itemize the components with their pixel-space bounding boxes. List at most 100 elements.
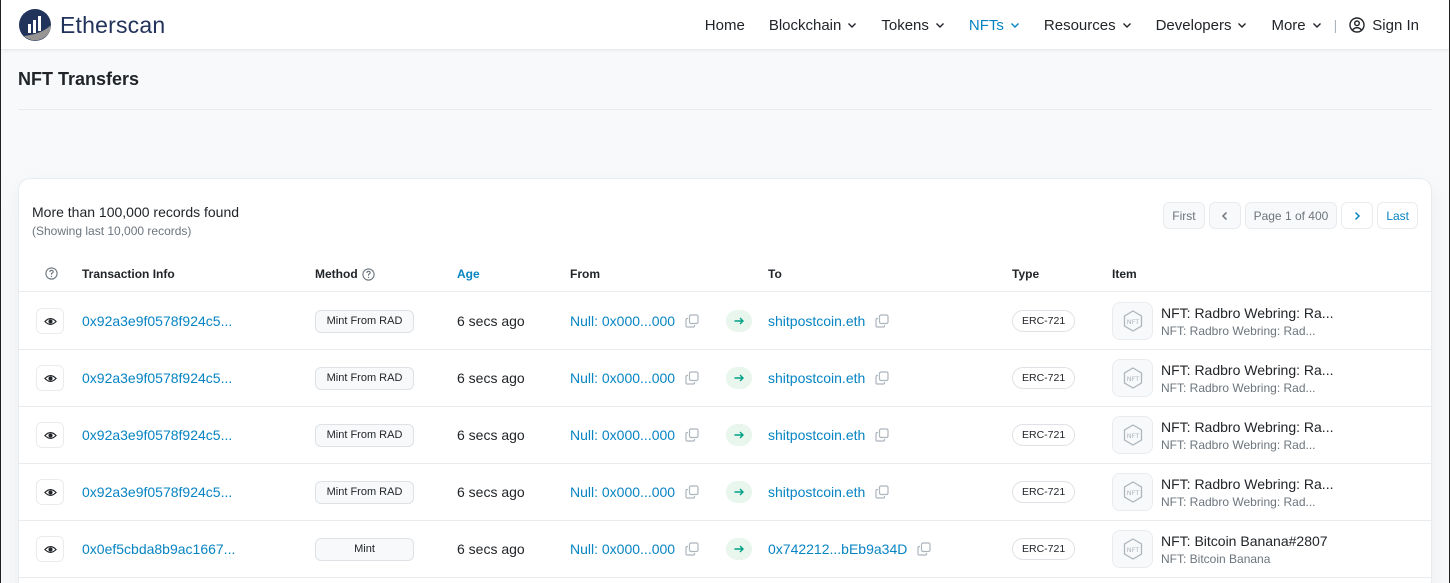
quick-view-cell bbox=[36, 521, 64, 577]
nft-thumbnail[interactable]: NFT bbox=[1112, 416, 1153, 454]
quick-view-button[interactable] bbox=[36, 365, 64, 391]
nav-developers[interactable]: Developers bbox=[1156, 17, 1248, 34]
to-address-link[interactable]: 0x742212...bEb9a34D bbox=[768, 541, 907, 557]
direction-badge bbox=[726, 538, 752, 560]
prev-page-button[interactable] bbox=[1208, 202, 1241, 229]
nav-nfts[interactable]: NFTs bbox=[969, 17, 1020, 34]
quick-view-button[interactable] bbox=[36, 422, 64, 448]
nft-thumbnail[interactable]: NFT bbox=[1112, 302, 1153, 340]
chevron-down-icon bbox=[848, 23, 857, 28]
to-address-link[interactable]: shitpostcoin.eth bbox=[768, 427, 865, 443]
quick-view-cell bbox=[36, 407, 64, 463]
copy-icon[interactable] bbox=[685, 485, 699, 499]
from-address-link[interactable]: Null: 0x000...000 bbox=[570, 541, 675, 557]
copy-icon[interactable] bbox=[685, 428, 699, 442]
item-collection: NFT: Radbro Webring: Rad... bbox=[1161, 380, 1316, 395]
to-address-link[interactable]: shitpostcoin.eth bbox=[768, 313, 865, 329]
from-cell: Null: 0x000...000 bbox=[570, 350, 699, 406]
transaction-hash-link[interactable]: 0x92a3e9f0578f924c5... bbox=[82, 293, 232, 349]
nav-resources[interactable]: Resources bbox=[1044, 17, 1132, 34]
transaction-hash-link[interactable]: 0x92a3e9f0578f924c5... bbox=[82, 407, 232, 463]
page-title: NFT Transfers bbox=[18, 69, 140, 89]
copy-icon[interactable] bbox=[875, 428, 889, 442]
copy-icon[interactable] bbox=[685, 371, 699, 385]
from-address-link[interactable]: Null: 0x000...000 bbox=[570, 370, 675, 386]
item-text: NFT: Bitcoin Banana#2807 NFT: Bitcoin Ba… bbox=[1161, 533, 1328, 566]
etherscan-logo[interactable]: Etherscan bbox=[18, 8, 165, 42]
transaction-hash-link[interactable]: 0x92a3e9f0578f924c5... bbox=[82, 350, 232, 406]
age-cell: 6 secs ago bbox=[457, 427, 525, 443]
copy-icon[interactable] bbox=[875, 314, 889, 328]
type-cell: ERC-721 bbox=[1012, 464, 1076, 520]
first-page-button[interactable]: First bbox=[1163, 202, 1205, 229]
copy-icon[interactable] bbox=[685, 542, 699, 556]
direction-cell bbox=[726, 350, 752, 406]
copy-icon[interactable] bbox=[875, 371, 889, 385]
main-nav: Home Blockchain Tokens NFTs Resources De… bbox=[705, 0, 1419, 50]
nav-developers-label: Developers bbox=[1155, 16, 1232, 34]
eye-icon bbox=[43, 374, 57, 382]
sign-in-label: Sign In bbox=[1372, 16, 1419, 34]
nav-blockchain-label: Blockchain bbox=[768, 16, 842, 34]
item-cell: NFT NFT: Radbro Webring: Ra... NFT: Radb… bbox=[1112, 350, 1333, 406]
to-cell: shitpostcoin.eth bbox=[768, 293, 889, 349]
quick-view-button[interactable] bbox=[36, 479, 64, 505]
next-page-button[interactable] bbox=[1341, 202, 1374, 229]
type-cell: ERC-721 bbox=[1012, 407, 1076, 463]
item-name[interactable]: NFT: Radbro Webring: Ra... bbox=[1161, 476, 1333, 492]
table-row: 0x92a3e9f0578f924c5... Mint From RAD 6 s… bbox=[19, 350, 1431, 407]
method-cell: Mint bbox=[315, 521, 414, 577]
age-cell: 6 secs ago bbox=[457, 313, 525, 329]
item-name[interactable]: NFT: Radbro Webring: Ra... bbox=[1161, 362, 1333, 378]
last-page-button[interactable]: Last bbox=[1377, 202, 1418, 229]
from-address-link[interactable]: Null: 0x000...000 bbox=[570, 427, 675, 443]
type-cell: ERC-721 bbox=[1012, 350, 1076, 406]
table-row: 0x92a3e9f0578f924c5... Mint From RAD 6 s… bbox=[19, 464, 1431, 521]
chevron-down-icon bbox=[1238, 23, 1247, 28]
nav-more[interactable]: More bbox=[1271, 17, 1321, 34]
age-cell: 6 secs ago bbox=[457, 370, 525, 386]
item-cell: NFT NFT: Radbro Webring: Ra... NFT: Radb… bbox=[1112, 464, 1333, 520]
nft-thumbnail[interactable]: NFT bbox=[1112, 359, 1153, 397]
nav-tokens[interactable]: Tokens bbox=[881, 17, 945, 34]
question-circle-icon[interactable] bbox=[362, 267, 375, 281]
col-method: Method bbox=[315, 267, 375, 281]
direction-cell bbox=[726, 407, 752, 463]
from-address-link[interactable]: Null: 0x000...000 bbox=[570, 484, 675, 500]
nft-thumbnail[interactable]: NFT bbox=[1112, 530, 1153, 568]
col-to: To bbox=[768, 267, 782, 281]
logo-text: Etherscan bbox=[60, 11, 166, 38]
transaction-hash-link[interactable]: 0x0ef5cbda8b9ac1667... bbox=[82, 521, 235, 577]
col-age[interactable]: Age bbox=[457, 267, 480, 281]
token-type-badge: ERC-721 bbox=[1012, 367, 1076, 389]
help-column-header[interactable] bbox=[45, 267, 58, 280]
item-collection: NFT: Radbro Webring: Rad... bbox=[1161, 494, 1316, 509]
copy-icon[interactable] bbox=[685, 314, 699, 328]
direction-cell bbox=[726, 521, 752, 577]
item-name[interactable]: NFT: Bitcoin Banana#2807 bbox=[1161, 533, 1328, 549]
item-cell: NFT NFT: Bitcoin Banana#2807 NFT: Bitcoi… bbox=[1112, 521, 1328, 577]
quick-view-button[interactable] bbox=[36, 308, 64, 334]
nft-placeholder-icon: NFT bbox=[1123, 481, 1142, 503]
token-type-badge: ERC-721 bbox=[1012, 481, 1076, 503]
age-cell: 6 secs ago bbox=[457, 484, 525, 500]
transaction-hash-link[interactable]: 0x92a3e9f0578f924c5... bbox=[82, 464, 232, 520]
records-count: More than 100,000 records found bbox=[32, 204, 240, 220]
item-name[interactable]: NFT: Radbro Webring: Ra... bbox=[1161, 419, 1333, 435]
nav-home-label: Home bbox=[704, 16, 745, 34]
chevron-left-icon bbox=[1221, 211, 1227, 220]
method-badge: Mint From RAD bbox=[315, 309, 414, 333]
to-address-link[interactable]: shitpostcoin.eth bbox=[768, 370, 865, 386]
to-cell: shitpostcoin.eth bbox=[768, 350, 889, 406]
copy-icon[interactable] bbox=[917, 542, 931, 556]
quick-view-button[interactable] bbox=[36, 536, 64, 562]
nav-home[interactable]: Home bbox=[705, 17, 745, 34]
col-item: Item bbox=[1112, 267, 1137, 281]
to-address-link[interactable]: shitpostcoin.eth bbox=[768, 484, 865, 500]
nft-thumbnail[interactable]: NFT bbox=[1112, 473, 1153, 511]
sign-in-link[interactable]: Sign In bbox=[1349, 17, 1419, 34]
from-address-link[interactable]: Null: 0x000...000 bbox=[570, 313, 675, 329]
copy-icon[interactable] bbox=[875, 485, 889, 499]
nav-blockchain[interactable]: Blockchain bbox=[769, 17, 858, 34]
item-name[interactable]: NFT: Radbro Webring: Ra... bbox=[1161, 305, 1333, 321]
